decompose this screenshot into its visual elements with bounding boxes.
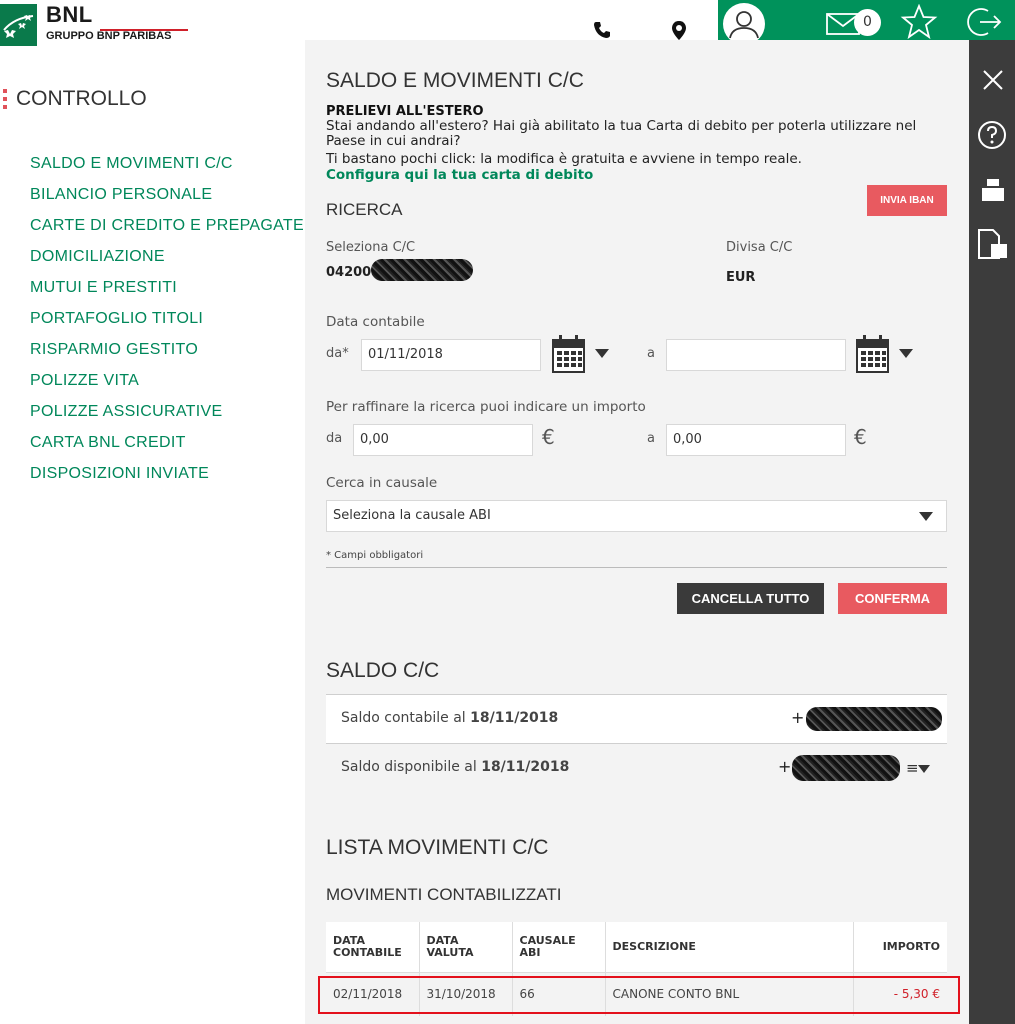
menu-icon[interactable]: ≡ bbox=[906, 759, 919, 777]
nav-section-marker bbox=[3, 89, 7, 111]
amount-to-input[interactable]: 0,00 bbox=[666, 424, 846, 456]
user-toolbar: 0 bbox=[718, 0, 1015, 45]
notice-text: Stai andando all'estero? Hai già abilita… bbox=[326, 118, 917, 149]
date-to-input[interactable] bbox=[666, 339, 846, 371]
chevron-down-icon[interactable] bbox=[595, 349, 609, 358]
cc-number: 04200 bbox=[326, 265, 372, 280]
calendar-to-icon[interactable] bbox=[855, 334, 891, 374]
notice-title: PRELIEVI ALL'ESTERO bbox=[326, 104, 484, 119]
saldo-disponibile-row: Saldo disponibile al 18/11/2018 + ≡ bbox=[326, 743, 947, 792]
logo-subtitle: GRUPPO BNP PARIBAS bbox=[46, 30, 172, 42]
print-icon[interactable] bbox=[980, 177, 1006, 203]
column-header-causale-abi[interactable]: CAUSALE ABI bbox=[512, 922, 606, 973]
seleziona-cc-label: Seleziona C/C bbox=[326, 240, 416, 255]
divider bbox=[326, 567, 947, 568]
star-logo-icon bbox=[3, 15, 34, 38]
saldo-disponibile-sign: + bbox=[778, 757, 792, 776]
column-header-data-contabile[interactable]: DATA CONTABILE bbox=[326, 922, 420, 973]
notice-text-2: Ti bastano pochi click: la modifica è gr… bbox=[326, 151, 802, 167]
sidebar-nav: SALDO E MOVIMENTI C/C BILANCIO PERSONALE… bbox=[30, 150, 304, 491]
redacted-saldo-contabile bbox=[806, 707, 942, 731]
chevron-down-icon[interactable] bbox=[899, 349, 913, 358]
configure-debit-card-link[interactable]: Configura qui la tua carta di debito bbox=[326, 167, 593, 183]
phone-icon[interactable] bbox=[592, 20, 612, 40]
euro-icon: € bbox=[854, 425, 867, 449]
row-highlight-box bbox=[318, 976, 960, 1014]
saldo-disponibile-prefix: Saldo disponibile al bbox=[341, 759, 477, 775]
column-header-descrizione[interactable]: DESCRIZIONE bbox=[605, 922, 854, 973]
calendar-from-icon[interactable] bbox=[551, 334, 587, 374]
saldo-disponibile-label: Saldo disponibile al 18/11/2018 bbox=[341, 759, 569, 775]
saldo-contabile-row: Saldo contabile al 18/11/2018 + bbox=[326, 694, 947, 743]
logout-icon[interactable] bbox=[966, 6, 1002, 38]
bnl-logo-mark[interactable] bbox=[0, 4, 37, 46]
sidebar-item-bilancio-personale[interactable]: BILANCIO PERSONALE bbox=[30, 181, 304, 212]
da-required-label: da* bbox=[326, 346, 349, 361]
importo-label: Per raffinare la ricerca puoi indicare u… bbox=[326, 399, 646, 415]
saldo-contabile-date: 18/11/2018 bbox=[470, 710, 559, 726]
data-contabile-label: Data contabile bbox=[326, 314, 425, 330]
export-document-icon[interactable] bbox=[977, 228, 1009, 262]
saldo-contabile-label: Saldo contabile al 18/11/2018 bbox=[341, 710, 558, 726]
divisa-label: Divisa C/C bbox=[726, 240, 793, 255]
causale-select[interactable]: Seleziona la causale ABI bbox=[326, 500, 947, 532]
star-favorites-icon[interactable] bbox=[900, 4, 938, 40]
sidebar-item-disposizioni-inviate[interactable]: DISPOSIZIONI INVIATE bbox=[30, 460, 304, 491]
help-icon[interactable] bbox=[977, 120, 1007, 150]
a-label: a bbox=[647, 346, 655, 361]
divisa-value: EUR bbox=[726, 270, 756, 285]
causale-label: Cerca in causale bbox=[326, 475, 438, 491]
column-header-data-valuta[interactable]: DATA VALUTA bbox=[419, 922, 513, 973]
sidebar-item-saldo-movimenti[interactable]: SALDO E MOVIMENTI C/C bbox=[30, 150, 304, 181]
column-header-importo[interactable]: IMPORTO bbox=[853, 922, 947, 973]
top-header: BNL GRUPPO BNP PARIBAS 0 bbox=[0, 0, 1015, 46]
page-title: SALDO E MOVIMENTI C/C bbox=[326, 69, 584, 92]
sidebar-item-portafoglio-titoli[interactable]: PORTAFOGLIO TITOLI bbox=[30, 305, 304, 336]
date-from-input[interactable]: 01/11/2018 bbox=[361, 339, 541, 371]
amount-from-input[interactable]: 0,00 bbox=[353, 424, 533, 456]
sidebar-item-mutui-prestiti[interactable]: MUTUI E PRESTITI bbox=[30, 274, 304, 305]
euro-icon: € bbox=[542, 425, 555, 449]
sidebar-item-carta-bnl-credit[interactable]: CARTA BNL CREDIT bbox=[30, 429, 304, 460]
logo-title: BNL bbox=[46, 2, 93, 27]
amount-from-label: da bbox=[326, 431, 343, 446]
chevron-down-icon[interactable] bbox=[918, 765, 930, 773]
amount-to-label: a bbox=[647, 431, 655, 446]
redacted-saldo-disponibile bbox=[792, 755, 900, 781]
redacted-account-number bbox=[371, 259, 473, 281]
close-icon[interactable] bbox=[982, 69, 1004, 91]
nav-section-title: CONTROLLO bbox=[16, 87, 147, 110]
saldo-contabile-prefix: Saldo contabile al bbox=[341, 710, 466, 726]
confirm-button[interactable]: CONFERMA bbox=[838, 583, 947, 614]
sidebar-item-carte-credito[interactable]: CARTE DI CREDITO E PREPAGATE bbox=[30, 212, 304, 243]
sidebar-item-domiciliazione[interactable]: DOMICILIAZIONE bbox=[30, 243, 304, 274]
required-fields-note: * Campi obbligatori bbox=[326, 550, 424, 561]
cancel-all-button[interactable]: CANCELLA TUTTO bbox=[677, 583, 824, 614]
sidebar-item-risparmio-gestito[interactable]: RISPARMIO GESTITO bbox=[30, 336, 304, 367]
location-pin-icon[interactable] bbox=[670, 20, 688, 42]
invia-iban-button[interactable]: INVIA IBAN bbox=[867, 185, 947, 216]
saldo-contabile-sign: + bbox=[791, 708, 805, 727]
right-toolbar bbox=[969, 40, 1015, 1024]
movimenti-contabilizzati-heading: MOVIMENTI CONTABILIZZATI bbox=[326, 885, 562, 904]
sidebar-item-polizze-assicurative[interactable]: POLIZZE ASSICURATIVE bbox=[30, 398, 304, 429]
table-header-row: DATA CONTABILE DATA VALUTA CAUSALE ABI D… bbox=[326, 922, 947, 973]
lista-heading: LISTA MOVIMENTI C/C bbox=[326, 836, 549, 859]
sidebar-item-polizze-vita[interactable]: POLIZZE VITA bbox=[30, 367, 304, 398]
message-count-badge: 0 bbox=[854, 9, 881, 36]
chevron-down-icon[interactable] bbox=[919, 512, 933, 521]
ricerca-heading: RICERCA bbox=[326, 200, 403, 219]
causale-select-value: Seleziona la causale ABI bbox=[333, 508, 491, 523]
saldo-disponibile-date: 18/11/2018 bbox=[481, 759, 570, 775]
saldo-heading: SALDO C/C bbox=[326, 659, 440, 682]
